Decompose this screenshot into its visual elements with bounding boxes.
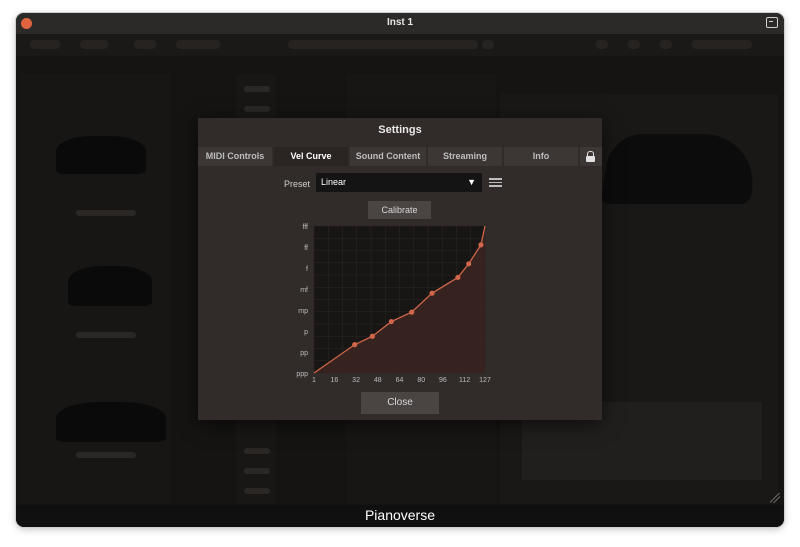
- calibrate-button[interactable]: Calibrate: [368, 201, 431, 219]
- y-tick-label: p: [304, 329, 308, 336]
- y-tick-label: ppp: [296, 371, 308, 378]
- y-tick-label: mp: [298, 308, 308, 315]
- piano-thumbnail: [56, 402, 166, 442]
- background-toolbar: [16, 34, 784, 56]
- preset-value: Linear: [321, 177, 347, 187]
- title-bar: Inst 1: [16, 13, 784, 34]
- x-tick-label: 32: [352, 377, 360, 384]
- x-tick-label: 1: [312, 377, 316, 384]
- resize-grip-icon[interactable]: [770, 493, 780, 503]
- x-tick-label: 96: [439, 377, 447, 384]
- preset-dropdown[interactable]: Linear ▼: [316, 173, 482, 192]
- dialog-title: Settings: [378, 124, 422, 136]
- y-tick-label: pp: [300, 350, 308, 357]
- x-tick-label: 16: [330, 377, 338, 384]
- curve-point: [369, 333, 375, 339]
- y-tick-label: ff: [304, 245, 308, 252]
- curve-point: [466, 261, 472, 267]
- tab-info[interactable]: Info: [504, 147, 578, 166]
- x-tick-label: 80: [417, 377, 425, 384]
- tab-vel-curve[interactable]: Vel Curve: [274, 147, 348, 166]
- curve-point: [478, 242, 484, 248]
- x-tick-label: 112: [459, 377, 470, 384]
- expand-icon[interactable]: [766, 17, 778, 28]
- curve-point: [455, 274, 461, 281]
- x-tick-label: 127: [479, 377, 491, 384]
- tab-streaming[interactable]: Streaming: [428, 147, 502, 166]
- curve-point: [352, 342, 358, 348]
- tab-midi-controls[interactable]: MIDI Controls: [198, 147, 272, 166]
- piano-thumbnail: [68, 266, 152, 306]
- hamburger-menu-icon[interactable]: [489, 178, 502, 188]
- x-tick-label: 48: [374, 377, 382, 384]
- settings-tabs: MIDI Controls Vel Curve Sound Content St…: [198, 147, 602, 166]
- dropdown-arrow-icon: ▼: [467, 177, 476, 187]
- x-tick-label: 64: [396, 377, 404, 384]
- preset-label: Preset: [284, 179, 311, 189]
- brand-name: Pianoverse: [364, 507, 436, 523]
- curve-point: [388, 318, 394, 325]
- y-tick-label: mf: [300, 287, 308, 294]
- window-title: Inst 1: [386, 17, 414, 28]
- lock-icon[interactable]: [580, 147, 602, 166]
- y-tick-label: fff: [302, 224, 308, 231]
- tab-sound-content[interactable]: Sound Content: [350, 147, 426, 166]
- curve-point: [409, 309, 415, 315]
- settings-dialog: Settings MIDI Controls Vel Curve Sound C…: [198, 118, 602, 420]
- piano-thumbnail: [56, 136, 146, 174]
- close-button[interactable]: Close: [361, 392, 439, 414]
- y-tick-label: f: [306, 266, 308, 273]
- bottom-bar: Pianoverse: [16, 505, 784, 527]
- curve-point: [429, 290, 435, 296]
- velocity-curve-chart[interactable]: 1 16 32 48 64 80 96 112 127ppppppmpmfffffff: [284, 222, 514, 394]
